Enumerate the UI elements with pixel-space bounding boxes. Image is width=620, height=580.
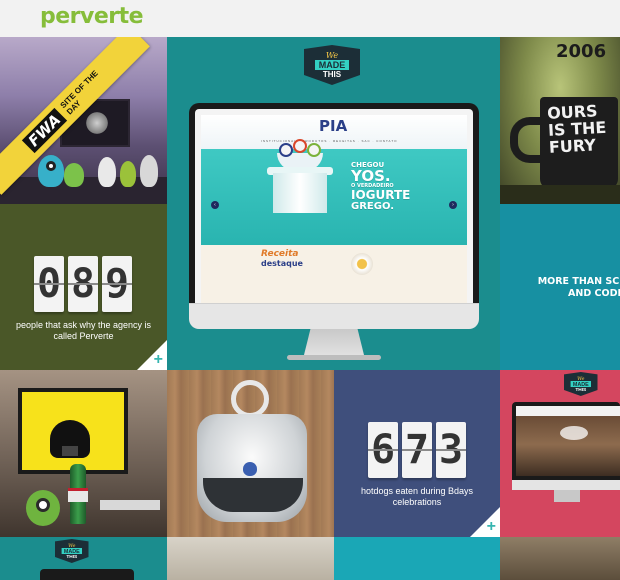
badge-line-this: THIS	[575, 387, 587, 393]
column-image	[273, 173, 327, 213]
monster-eye	[46, 161, 56, 171]
flip-digit: 7	[402, 422, 432, 478]
receita-destaque-heading: Receita destaque	[261, 249, 303, 268]
coiled-cable-image	[231, 380, 269, 418]
tagline-text: MORE THAN SCREENS AND CODE	[537, 276, 620, 299]
portfolio-tile-desk[interactable]: FWA SITE OF THE DAY	[0, 37, 167, 204]
stat-caption: people that ask why the agency is called…	[15, 320, 152, 341]
portfolio-tile-row3-photo[interactable]	[167, 537, 334, 580]
receita-line-2: destaque	[261, 259, 303, 268]
showcase-lower-section: Receita destaque	[201, 245, 467, 303]
imac-chin	[189, 303, 479, 329]
badge-line-this: THIS	[322, 70, 342, 79]
showcase-hero-text: CHEGOU YOS. O VERDADEIRO IOGURTE GREGO.	[351, 161, 410, 212]
imac-mockup	[40, 569, 134, 580]
site-logo-mark	[560, 426, 588, 440]
badge-line-we: We	[325, 51, 339, 60]
hero-line-5: GREGO.	[351, 201, 395, 212]
carousel-prev-icon: ‹	[211, 201, 219, 209]
tagline-tile[interactable]: MORE THAN SCREENS AND CODE	[500, 204, 620, 370]
recipe-plate-image	[351, 253, 373, 275]
alien-figure	[64, 163, 84, 187]
plus-icon[interactable]: +	[487, 519, 496, 535]
bottle-label	[68, 488, 88, 502]
apple-logo-icon	[243, 462, 257, 476]
mug-handle	[510, 117, 544, 163]
table-surface	[500, 185, 620, 204]
we-made-this-badge: We MADE THIS	[304, 45, 360, 85]
imac-chin	[512, 480, 620, 490]
monster-figure	[38, 155, 64, 187]
keyboard-image	[100, 500, 160, 510]
flip-counter: 6 7 3	[368, 422, 466, 478]
imac-mockup: PIA INSTITUCIONAL · PRODUTOS · RECEITAS …	[189, 103, 479, 303]
year-label: 2006	[556, 41, 607, 62]
showcase-hero-banner	[201, 149, 467, 245]
imac-stand	[554, 490, 580, 502]
hero-line-4: IOGURTE	[351, 188, 411, 202]
portfolio-tile-featured[interactable]: We MADE THIS PIA INSTITUCIONAL · PRODUTO…	[167, 37, 500, 370]
green-monster-eye	[36, 498, 50, 512]
robot-figure	[140, 155, 158, 187]
flip-digit: 9	[102, 256, 132, 312]
interior-website-screen	[516, 406, 620, 476]
badge-line-this: THIS	[66, 554, 78, 560]
portfolio-tile-row3-color[interactable]	[334, 537, 500, 580]
site-header: perverte	[0, 0, 620, 37]
imac-base	[287, 355, 381, 360]
yogurt-cup-image	[293, 139, 307, 153]
plus-icon[interactable]: +	[154, 352, 163, 368]
portfolio-tile-row3-project[interactable]: We MADE THIS	[0, 537, 167, 580]
portfolio-tile-row3-photo-right[interactable]	[500, 537, 620, 580]
showcase-site-header: PIA INSTITUCIONAL · PRODUTOS · RECEITAS …	[201, 115, 467, 149]
stormtrooper-figure	[98, 157, 116, 187]
receita-line-1: Receita	[261, 249, 299, 259]
android-figure	[120, 161, 136, 187]
yogurt-cup-image	[279, 143, 293, 157]
flip-digit: 6	[368, 422, 398, 478]
badge-line-made: MADE	[314, 60, 350, 70]
flip-digit: 8	[68, 256, 98, 312]
portfolio-tile-mug[interactable]: 2006 OURS IS THE FURY	[500, 37, 620, 204]
perverte-logo[interactable]: perverte	[40, 4, 144, 29]
carousel-next-icon: ›	[449, 201, 457, 209]
hero-line-2: YOS.	[351, 167, 391, 185]
stat-caption: hotdogs eaten during Bdays celebrations	[360, 486, 474, 507]
stat-tile-hotdogs[interactable]: 6 7 3 hotdogs eaten during Bdays celebra…	[334, 370, 500, 537]
portfolio-tile-interior-site[interactable]: We MADE THIS	[500, 370, 620, 537]
portfolio-tile-workstation[interactable]	[0, 370, 167, 537]
vader-mask-detail	[62, 446, 78, 456]
flip-counter: 0 8 9	[34, 256, 132, 312]
stat-tile-perverte-question[interactable]: 0 8 9 people that ask why the agency is …	[0, 204, 167, 370]
portfolio-tile-cube[interactable]	[167, 370, 334, 537]
showcase-site-nav: INSTITUCIONAL · PRODUTOS · RECEITAS · SA…	[261, 139, 398, 143]
yogurt-cup-image	[307, 143, 321, 157]
we-made-this-badge: We MADE THIS	[564, 372, 598, 396]
showcase-site-logo: PIA	[319, 117, 348, 135]
we-made-this-badge: We MADE THIS	[55, 539, 89, 563]
flip-digit: 3	[436, 422, 466, 478]
mug-lettering: OURS IS THE FURY	[546, 101, 607, 157]
showcased-website-screen: PIA INSTITUCIONAL · PRODUTOS · RECEITAS …	[201, 115, 467, 303]
computer-cube-base	[203, 478, 303, 512]
wolf-emblem-image	[84, 111, 110, 135]
flip-digit: 0	[34, 256, 64, 312]
